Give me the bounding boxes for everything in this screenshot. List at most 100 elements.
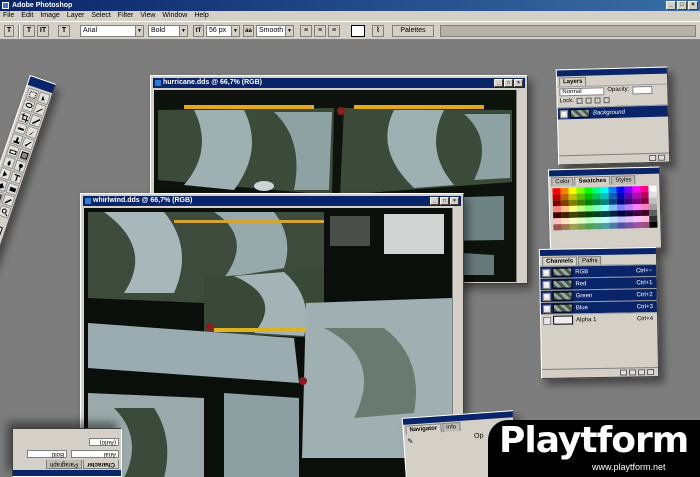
align-right-icon[interactable]: ≡ xyxy=(328,25,340,37)
document-title: whirlwind.dds @ 66,7% (RGB) xyxy=(93,197,193,204)
palette-footer xyxy=(559,152,670,165)
character-font-field[interactable]: Arial xyxy=(71,450,119,458)
channel-name: Green xyxy=(575,292,593,299)
color-swatch[interactable] xyxy=(569,223,578,230)
font-size-select[interactable]: 56 px ▼ xyxy=(206,25,240,37)
zoom-tool-icon[interactable] xyxy=(0,204,12,219)
maximize-button[interactable]: □ xyxy=(504,79,513,87)
new-layer-icon[interactable] xyxy=(649,154,657,162)
color-swatch[interactable] xyxy=(609,222,618,229)
background-color-swatch[interactable] xyxy=(0,223,3,240)
align-left-icon[interactable]: ≡ xyxy=(300,25,312,37)
layer-row[interactable]: ● Background xyxy=(557,104,669,120)
lock-label: Lock: xyxy=(559,98,575,105)
trash-icon[interactable] xyxy=(658,154,666,161)
menu-image[interactable]: Image xyxy=(40,11,59,21)
antialias-select[interactable]: Smooth ▼ xyxy=(256,25,294,37)
swatch-grid xyxy=(549,184,660,233)
color-swatch[interactable] xyxy=(633,222,642,229)
minimize-button[interactable]: _ xyxy=(666,1,676,10)
lock-position-checkbox[interactable] xyxy=(594,97,602,104)
maximize-button[interactable]: □ xyxy=(440,197,449,205)
lock-transparency-checkbox[interactable] xyxy=(576,97,584,104)
leading-field[interactable]: (Auto) xyxy=(89,438,119,446)
opacity-field[interactable] xyxy=(632,85,653,95)
whirlwind-texture-image xyxy=(84,208,452,477)
color-swatch[interactable] xyxy=(585,223,594,230)
warp-text-icon[interactable]: ⌇ xyxy=(372,25,384,37)
channels-palette: Channels Paths ● RGB Ctrl+~ ● Red Ctrl+1 ● Gr… xyxy=(538,246,660,380)
eye-icon[interactable] xyxy=(543,316,552,325)
trash-icon[interactable] xyxy=(646,369,655,376)
lock-image-checkbox[interactable] xyxy=(585,97,593,104)
new-channel-icon[interactable] xyxy=(637,369,646,376)
vertical-type-icon[interactable]: IT xyxy=(37,25,49,37)
maximize-button[interactable]: □ xyxy=(677,1,687,10)
align-center-icon[interactable]: ≡ xyxy=(314,25,326,37)
font-style-select[interactable]: Bold ▼ xyxy=(148,25,188,37)
channel-shortcut: Ctrl+3 xyxy=(636,303,653,310)
menu-file[interactable]: File xyxy=(3,11,14,21)
menu-edit[interactable]: Edit xyxy=(21,11,33,21)
menu-select[interactable]: Select xyxy=(91,11,110,21)
options-separator xyxy=(18,25,20,38)
menu-window[interactable]: Window xyxy=(162,11,187,21)
chevron-down-icon: ▼ xyxy=(285,26,293,36)
color-swatch[interactable] xyxy=(641,221,650,229)
tab-character[interactable]: Character xyxy=(82,460,119,469)
tab-swatches[interactable]: Swatches xyxy=(574,175,611,186)
color-swatch[interactable] xyxy=(649,221,658,228)
channel-thumbnail xyxy=(552,291,573,301)
close-button[interactable]: × xyxy=(688,1,698,10)
tab-paths[interactable]: Paths xyxy=(578,255,602,266)
tab-paragraph[interactable]: Paragraph xyxy=(45,460,82,469)
document-icon xyxy=(85,198,91,204)
menu-view[interactable]: View xyxy=(140,11,155,21)
lock-all-checkbox[interactable] xyxy=(603,97,611,104)
tab-styles[interactable]: Styles xyxy=(611,175,636,185)
minimize-button[interactable]: _ xyxy=(430,197,439,205)
color-swatch[interactable] xyxy=(593,223,602,230)
menu-help[interactable]: Help xyxy=(194,11,208,21)
minimize-button[interactable]: _ xyxy=(494,79,503,87)
menu-layer[interactable]: Layer xyxy=(67,11,85,21)
eye-icon[interactable]: ● xyxy=(542,280,551,289)
swatches-palette: Color Swatches Styles xyxy=(547,166,663,252)
channel-row-alpha[interactable]: Alpha 1 Ctrl+4 xyxy=(541,311,658,327)
document-title-bar: hurricane.dds @ 66,7% (RGB) _ □ × xyxy=(153,78,525,88)
type-tool-preset-icon[interactable]: T xyxy=(4,25,14,37)
document-canvas[interactable] xyxy=(84,208,452,477)
tab-color[interactable]: Color xyxy=(551,176,574,187)
save-selection-icon[interactable] xyxy=(628,369,637,376)
menu-bar: File Edit Image Layer Select Filter View… xyxy=(0,11,700,21)
close-button[interactable]: × xyxy=(450,197,459,205)
eye-icon[interactable]: ● xyxy=(559,109,569,118)
color-swatch[interactable] xyxy=(601,222,610,230)
type-mask-icon[interactable]: T xyxy=(58,25,70,37)
antialias-value: Smooth xyxy=(259,27,284,34)
channel-shortcut: Ctrl+~ xyxy=(635,267,653,274)
color-swatch[interactable] xyxy=(553,224,562,231)
font-family-select[interactable]: Arial ▼ xyxy=(80,25,144,37)
font-size-icon: tT xyxy=(193,25,204,37)
character-palette: Character Paragraph Arial Bold (Auto) xyxy=(12,428,122,477)
text-color-swatch[interactable] xyxy=(351,25,365,37)
color-swatch[interactable] xyxy=(577,223,586,230)
color-swatch[interactable] xyxy=(625,222,634,229)
blend-mode-select[interactable]: Normal xyxy=(559,87,605,97)
palettes-button[interactable]: Palettes xyxy=(392,25,434,37)
color-swatch[interactable] xyxy=(617,222,626,229)
eye-icon[interactable]: ● xyxy=(542,292,551,301)
menu-filter[interactable]: Filter xyxy=(118,11,134,21)
photoshop-app-icon xyxy=(2,2,9,9)
document-title-bar: whirlwind.dds @ 66,7% (RGB) _ □ × xyxy=(83,196,461,206)
load-selection-icon[interactable] xyxy=(619,369,628,376)
document-window-controls: _ □ × xyxy=(430,197,459,205)
vertical-scrollbar[interactable] xyxy=(516,90,526,282)
character-style-field[interactable]: Bold xyxy=(27,450,67,458)
eye-icon[interactable]: ● xyxy=(542,304,551,313)
close-button[interactable]: × xyxy=(514,79,523,87)
color-swatch[interactable] xyxy=(561,223,570,231)
eye-icon[interactable]: ● xyxy=(542,268,551,277)
horizontal-type-icon[interactable]: T xyxy=(23,25,35,37)
